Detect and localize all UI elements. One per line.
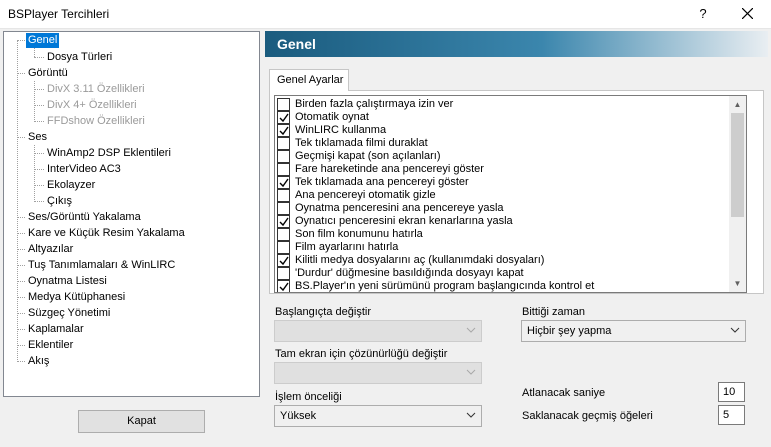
fullscreen-res-label: Tam ekran için çözünürlüğü değiştir [275, 348, 448, 360]
tree-item-genel[interactable]: Genel [26, 33, 60, 48]
option-checkbox[interactable] [277, 215, 290, 228]
kapat-button[interactable]: Kapat [78, 410, 205, 433]
tree-item-ses[interactable]: Ses [26, 130, 49, 145]
checkmark-icon [279, 256, 289, 266]
option-label: Ana pencereyi otomatik gizle [295, 189, 436, 201]
startup-change-label: Başlangıçta değiştir [275, 306, 371, 318]
options-checklist[interactable]: BS.Player'ın yeni sürümünü program başla… [274, 95, 747, 293]
priority-select[interactable]: Yüksek [274, 405, 482, 427]
title-bar: BSPlayer Tercihleri ? [0, 0, 771, 29]
tree-item-kare-yakalama[interactable]: Kare ve Küçük Resim Yakalama [26, 226, 187, 241]
option-checkbox[interactable] [277, 111, 290, 124]
option-label: Film ayarlarını hatırla [295, 241, 399, 253]
option-label: Kilitli medya dosyalarını aç (kullanımda… [295, 254, 545, 266]
chevron-down-icon [466, 327, 476, 333]
skip-seconds-input[interactable]: 10 [718, 382, 745, 402]
checkmark-icon [279, 126, 289, 136]
on-finish-label: Bittiği zaman [522, 306, 585, 318]
tree-item-suzgec-yonetimi[interactable]: Süzgeç Yönetimi [26, 306, 112, 321]
checkmark-icon [279, 113, 289, 123]
option-label: Tek tıklamada filmi duraklat [295, 137, 428, 149]
tree-item-akis[interactable]: Akış [26, 354, 51, 369]
option-label: Tek tıklamada ana pencereyi göster [295, 176, 469, 188]
help-button[interactable]: ? [693, 4, 713, 24]
checkmark-icon [279, 282, 289, 292]
tree-item-eklentiler[interactable]: Eklentiler [26, 338, 75, 353]
scroll-down-icon[interactable]: ▼ [729, 275, 746, 292]
scroll-up-icon[interactable]: ▲ [729, 96, 746, 113]
tree-item-cikis[interactable]: Çıkış [45, 194, 74, 209]
section-header: Genel [265, 31, 768, 57]
startup-change-select[interactable] [274, 320, 482, 342]
option-label: Birden fazla çalıştırmaya izin ver [295, 98, 454, 110]
option-checkbox[interactable] [277, 280, 290, 292]
option-checkbox[interactable] [277, 228, 290, 241]
option-label: Son film konumunu hatırla [295, 228, 423, 240]
tree-item-goruntu[interactable]: Görüntü [26, 66, 70, 81]
tab-genel-ayarlar[interactable]: Genel Ayarlar [269, 69, 349, 91]
options-scrollbar[interactable]: ▲ ▼ [729, 96, 746, 292]
window-title: BSPlayer Tercihleri [8, 7, 110, 21]
option-checkbox[interactable] [277, 202, 290, 215]
option-checkbox[interactable] [277, 176, 290, 189]
option-checkbox[interactable] [277, 267, 290, 280]
option-label: Fare hareketinde ana pencereyi göster [295, 163, 484, 175]
skip-seconds-label: Atlanacak saniye [522, 387, 606, 399]
option-checkbox[interactable] [277, 189, 290, 202]
checkmark-icon [279, 178, 289, 188]
chevron-down-icon [730, 327, 740, 333]
option-label: Otomatik oynat [295, 111, 369, 123]
tree-item-divx311[interactable]: DivX 3.11 Özellikleri [45, 82, 147, 97]
scroll-thumb[interactable] [731, 113, 744, 217]
option-label: BS.Player'ın yeni sürümünü program başla… [295, 280, 595, 292]
option-checkbox[interactable] [277, 241, 290, 254]
option-checkbox[interactable] [277, 163, 290, 176]
option-label: Oynatma penceresini ana pencereye yasla [295, 202, 504, 214]
option-label: 'Durdur' düğmesine basıldığında dosyayı … [295, 267, 524, 279]
tree-item-ffdshow[interactable]: FFDshow Özellikleri [45, 114, 147, 129]
tree-item-dosya-turleri[interactable]: Dosya Türleri [45, 50, 114, 65]
option-checkbox[interactable] [277, 137, 290, 150]
option-label: Geçmişi kapat (son açılanları) [295, 150, 441, 162]
tree-item-winamp-dsp[interactable]: WinAmp2 DSP Eklentileri [45, 146, 173, 161]
option-checkbox[interactable] [277, 98, 290, 111]
close-icon [742, 8, 753, 19]
tree-item-intervideo-ac3[interactable]: InterVideo AC3 [45, 162, 123, 177]
tree-item-altyazilar[interactable]: Altyazılar [26, 242, 75, 257]
chevron-down-icon [466, 412, 476, 418]
tree-item-tus-tanimlamalari[interactable]: Tuş Tanımlamaları & WinLIRC [26, 258, 177, 273]
option-label: WinLIRC kullanma [295, 124, 387, 136]
settings-tree[interactable]: Genel Dosya Türleri Görüntü DivX 3.11 Öz… [3, 31, 260, 397]
tree-item-divx4[interactable]: DivX 4+ Özellikleri [45, 98, 139, 113]
history-items-label: Saklanacak geçmiş öğeleri [522, 410, 653, 422]
option-checkbox[interactable] [277, 124, 290, 137]
history-items-input[interactable]: 5 [718, 405, 745, 425]
option-checkbox[interactable] [277, 150, 290, 163]
tree-item-ses-goruntu-yakalama[interactable]: Ses/Görüntü Yakalama [26, 210, 143, 225]
option-checkbox[interactable] [277, 254, 290, 267]
option-label: Oynatıcı penceresini ekran kenarlarına y… [295, 215, 513, 227]
fullscreen-res-select[interactable] [274, 362, 482, 384]
close-window-button[interactable] [733, 2, 763, 26]
priority-label: İşlem önceliği [275, 391, 342, 403]
on-finish-select[interactable]: Hiçbir şey yapma [521, 320, 746, 342]
tree-item-ekolayzer[interactable]: Ekolayzer [45, 178, 97, 193]
checkmark-icon [279, 217, 289, 227]
chevron-down-icon [466, 369, 476, 375]
tree-item-oynatma-listesi[interactable]: Oynatma Listesi [26, 274, 109, 289]
tree-item-medya-kutuphanesi[interactable]: Medya Kütüphanesi [26, 290, 127, 305]
tree-item-kaplamalar[interactable]: Kaplamalar [26, 322, 86, 337]
